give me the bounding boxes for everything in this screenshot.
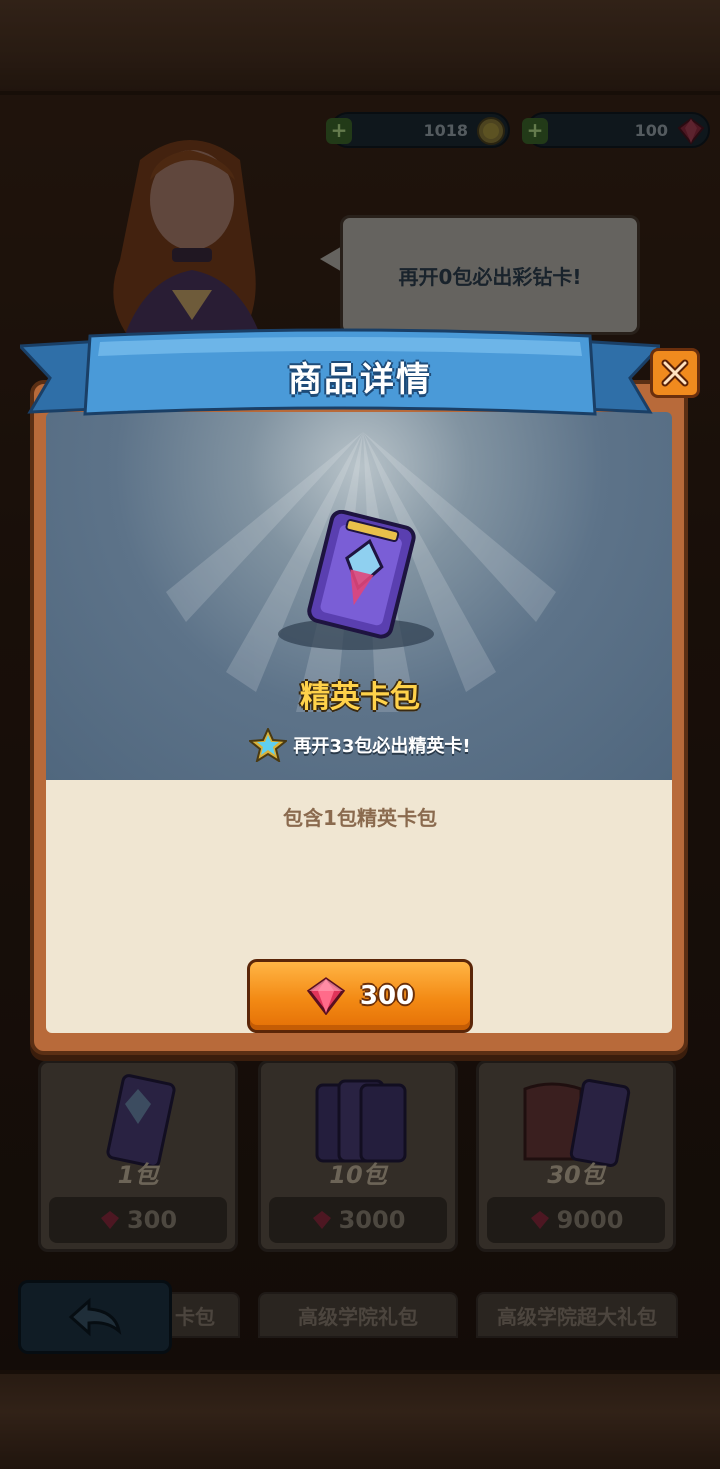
- dialog-title: 商品详情: [288, 360, 432, 400]
- guarantee-hint: 再开33包必出精英卡!: [0, 728, 720, 762]
- item-name: 精英卡包: [300, 680, 420, 715]
- gem-icon: [306, 977, 346, 1015]
- product-detail-dialog: [30, 380, 688, 1055]
- buy-button[interactable]: 300: [247, 959, 473, 1033]
- guarantee-text: 再开33包必出精英卡!: [293, 736, 471, 757]
- item-description: 包含1包精英卡包: [283, 806, 437, 830]
- star-icon: [249, 728, 288, 762]
- close-icon: [661, 359, 689, 387]
- dialog-body: [46, 412, 672, 1033]
- elite-card-pack-icon: [278, 510, 434, 650]
- buy-price: 300: [359, 981, 415, 1011]
- close-button[interactable]: [650, 348, 700, 398]
